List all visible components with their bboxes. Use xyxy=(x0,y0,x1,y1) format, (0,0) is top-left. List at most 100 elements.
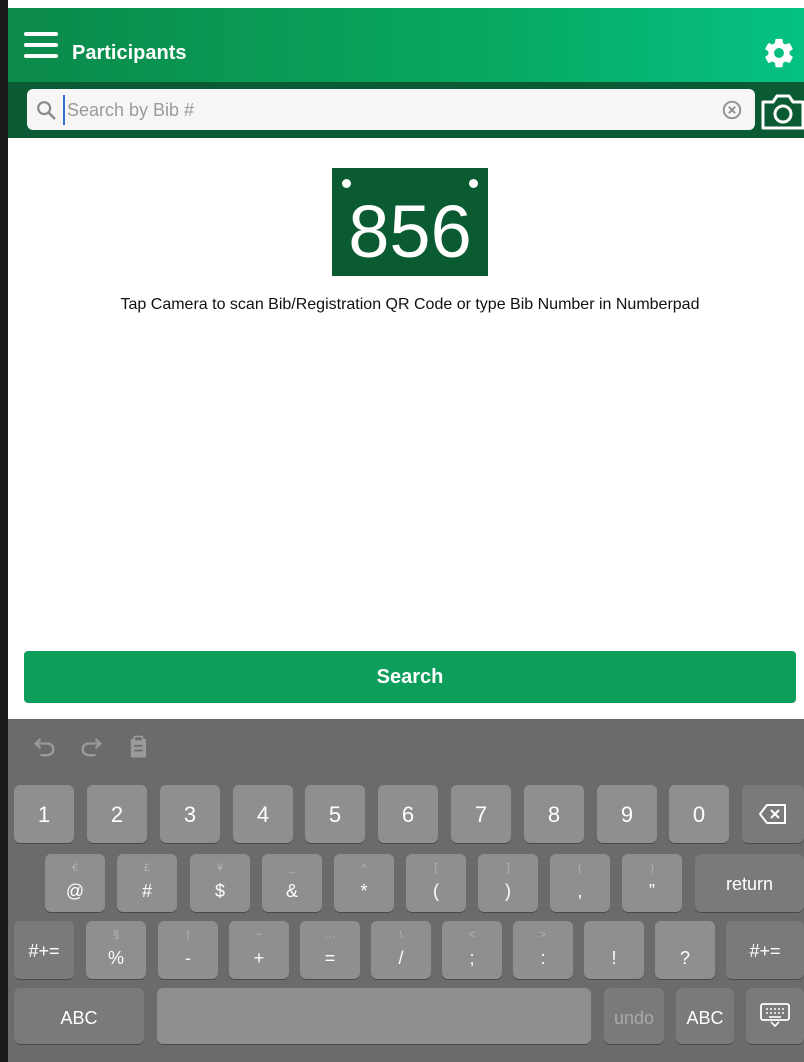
search-box[interactable] xyxy=(27,89,755,130)
backspace-icon xyxy=(759,804,786,824)
key-minus[interactable]: | - xyxy=(158,921,218,979)
key-label: / xyxy=(398,948,404,968)
return-key[interactable]: return xyxy=(695,854,804,912)
backspace-key[interactable] xyxy=(742,785,804,843)
key-alt-label: | xyxy=(186,929,190,941)
menu-button[interactable] xyxy=(24,32,58,60)
key-label: 5 xyxy=(328,802,342,827)
key-semicolon[interactable]: <; xyxy=(442,921,502,979)
key-exclamation[interactable]: ! xyxy=(584,921,644,979)
keyboard-icon xyxy=(760,1003,790,1027)
key-colon[interactable]: >: xyxy=(513,921,573,979)
key-alt-label: ] xyxy=(506,862,510,874)
key-9[interactable]: 9 xyxy=(597,785,657,843)
key-label: 8 xyxy=(547,802,561,827)
key-percent[interactable]: §% xyxy=(86,921,146,979)
redo-icon[interactable] xyxy=(78,733,106,761)
key-alt-label: § xyxy=(112,929,120,941)
key-label: * xyxy=(360,881,368,901)
key-6[interactable]: 6 xyxy=(378,785,438,843)
settings-button[interactable] xyxy=(762,36,796,70)
key-plus[interactable]: ~ + xyxy=(229,921,289,979)
camera-button[interactable] xyxy=(760,90,804,130)
page-title: Participants xyxy=(72,42,187,64)
menu-icon-line xyxy=(24,32,58,36)
key-alt-label: € xyxy=(71,862,79,874)
gear-icon xyxy=(765,38,793,68)
abc-key-right[interactable]: ABC xyxy=(676,988,734,1044)
hide-keyboard-key[interactable] xyxy=(746,988,804,1044)
key-alt-label: … xyxy=(324,929,336,941)
menu-icon-line xyxy=(24,54,58,58)
bib-number: 856 xyxy=(348,190,472,273)
key-label: 9 xyxy=(620,802,634,827)
key-ampersand[interactable]: _ & xyxy=(262,854,322,912)
camera-icon xyxy=(761,94,804,130)
key-label: & xyxy=(285,881,298,901)
key-asterisk[interactable]: ^ * xyxy=(334,854,394,912)
key-4[interactable]: 4 xyxy=(233,785,293,843)
paste-icon[interactable] xyxy=(125,733,153,761)
key-alt-label: ( xyxy=(578,862,582,874)
key-label: @ xyxy=(65,881,85,901)
key-label: 0 xyxy=(692,802,706,827)
key-alt-label: £ xyxy=(143,862,151,874)
key-label: ) xyxy=(505,881,511,901)
key-label: 7 xyxy=(474,802,488,827)
key-alt-label: ) xyxy=(650,862,654,874)
key-label: 3 xyxy=(183,802,197,827)
key-alt-label: _ xyxy=(288,862,296,874)
key-label: ; xyxy=(469,948,475,968)
key-label: undo xyxy=(613,1008,655,1028)
key-7[interactable]: 7 xyxy=(451,785,511,843)
key-label: % xyxy=(107,948,124,968)
key-comma[interactable]: (, xyxy=(550,854,610,912)
key-label: #+= xyxy=(749,941,781,961)
key-alt-label: [ xyxy=(434,862,438,874)
key-alt-label: ~ xyxy=(255,929,263,941)
search-bar xyxy=(8,82,804,138)
key-equals[interactable]: … = xyxy=(300,921,360,979)
key-3[interactable]: 3 xyxy=(160,785,220,843)
key-open-paren[interactable]: [( xyxy=(406,854,466,912)
symbols-key-left[interactable]: #+= xyxy=(14,921,74,979)
key-label: ABC xyxy=(60,1008,98,1028)
key-2[interactable]: 2 xyxy=(87,785,147,843)
space-key[interactable] xyxy=(157,988,591,1044)
key-quote[interactable]: )” xyxy=(622,854,682,912)
search-input[interactable] xyxy=(63,95,709,125)
bib-hole xyxy=(342,179,351,188)
key-1[interactable]: 1 xyxy=(14,785,74,843)
key-label: #+= xyxy=(28,941,60,961)
key-label: ( xyxy=(433,881,439,901)
key-question[interactable]: ? xyxy=(655,921,715,979)
key-slash[interactable]: \ / xyxy=(371,921,431,979)
key-label: ! xyxy=(611,948,617,968)
key-label: # xyxy=(141,881,152,901)
undo-icon[interactable] xyxy=(30,733,58,761)
key-dollar[interactable]: ¥ $ xyxy=(190,854,250,912)
undo-key[interactable]: undo xyxy=(604,988,664,1044)
key-0[interactable]: 0 xyxy=(669,785,729,843)
key-label: 6 xyxy=(401,802,415,827)
key-label: = xyxy=(324,948,336,968)
key-label: , xyxy=(577,881,583,901)
clear-icon[interactable] xyxy=(721,99,743,121)
key-alt-label: ¥ xyxy=(216,862,224,874)
key-hash[interactable]: £ # xyxy=(117,854,177,912)
key-alt-label: < xyxy=(468,929,476,941)
key-at[interactable]: € @ xyxy=(45,854,105,912)
search-button[interactable]: Search xyxy=(24,651,796,703)
device-edge xyxy=(0,0,8,1062)
key-8[interactable]: 8 xyxy=(524,785,584,843)
key-alt-label: \ xyxy=(399,929,403,941)
key-close-paren[interactable]: ]) xyxy=(478,854,538,912)
key-5[interactable]: 5 xyxy=(305,785,365,843)
bib-hole xyxy=(469,179,478,188)
app-header: Participants xyxy=(8,8,804,82)
abc-key-left[interactable]: ABC xyxy=(14,988,144,1044)
key-label: + xyxy=(253,948,265,968)
symbols-key-right[interactable]: #+= xyxy=(726,921,804,979)
key-alt-label: ^ xyxy=(361,862,367,874)
key-label: 1 xyxy=(37,802,51,827)
